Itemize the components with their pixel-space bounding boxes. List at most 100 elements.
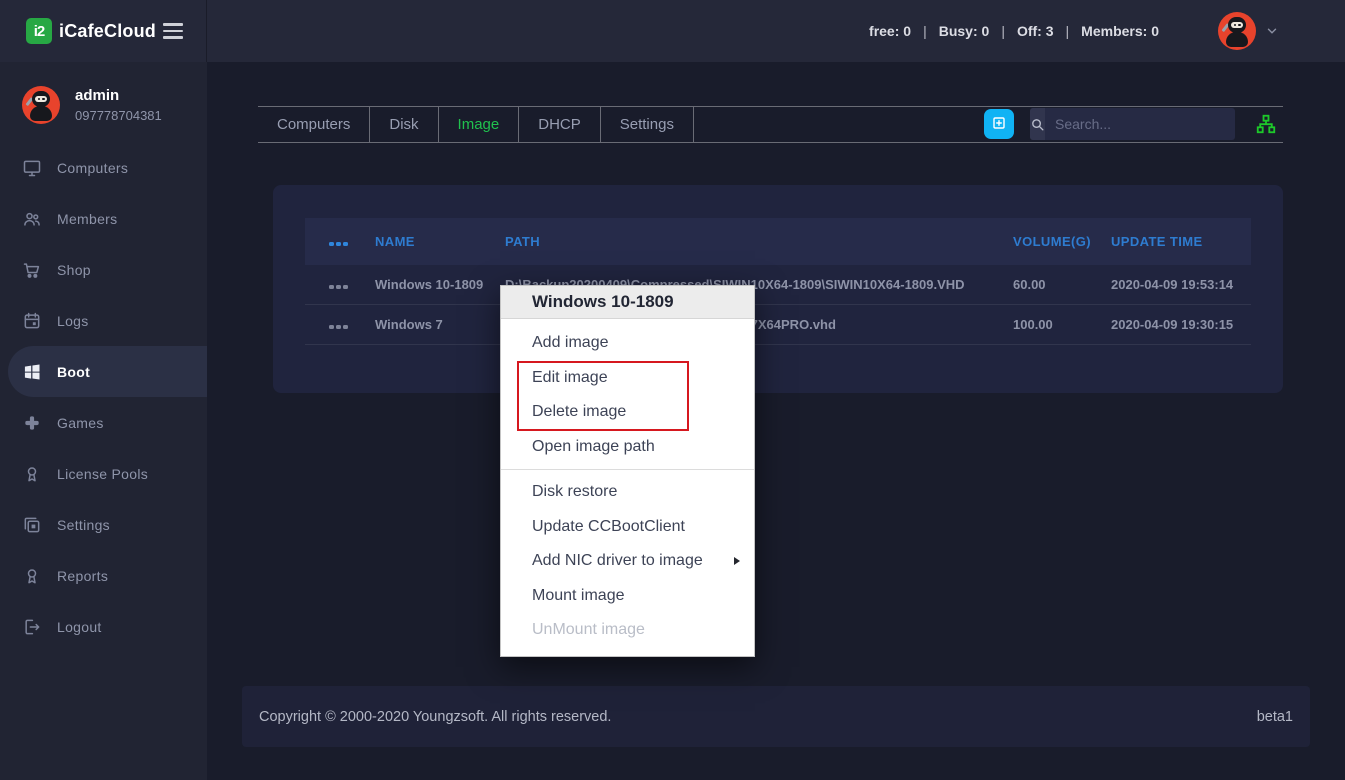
search-input[interactable] [1045,108,1235,140]
menu-item-label: Add NIC driver to image [532,552,703,570]
sidebar-item-logout[interactable]: Logout [0,601,207,652]
windows-icon [22,362,42,382]
actions-ellipsis-icon[interactable] [329,242,348,247]
cart-icon [22,260,42,280]
tab-image[interactable]: Image [439,107,520,142]
sidebar-item-boot[interactable]: Boot [8,346,207,397]
context-menu: Windows 10-1809 Add image Edit image Del… [500,285,755,657]
sidebar-item-label: Computers [57,160,128,176]
monitor-icon [22,158,42,178]
add-image-button[interactable] [984,109,1014,139]
sidebar-item-label: Boot [57,364,90,380]
sidebar-item-label: Logout [57,619,102,635]
sidebar-nav: Computers Members Shop Logs Boot Games [0,142,207,652]
column-header-volume[interactable]: VOLUME(G) [1005,234,1103,249]
app-window: i2 iCafeCloud free: 0 | Busy: 0 | Off: 3… [0,0,1345,780]
menu-item-open-image-path[interactable]: Open image path [501,430,754,465]
status-separator: | [923,23,927,39]
topbar: i2 iCafeCloud free: 0 | Busy: 0 | Off: 3… [0,0,1345,62]
images-table: NAME PATH VOLUME(G) UPDATE TIME Windows … [305,218,1251,345]
sidebar-item-label: License Pools [57,466,148,482]
table-row[interactable]: Windows 10-1809 D:\Backup20200409\Compre… [305,265,1251,305]
sidebar-item-label: Games [57,415,104,431]
status-off: Off: 3 [1017,23,1054,39]
image-volume: 100.00 [1005,317,1103,332]
tab-settings[interactable]: Settings [601,107,694,142]
icafecloud-logo[interactable]: i2 iCafeCloud [26,18,156,44]
calendar-icon [22,311,42,331]
context-menu-list: Add image Edit image Delete image Open i… [501,319,754,656]
image-update-time: 2020-04-09 19:30:15 [1103,317,1251,332]
sidebar-item-label: Members [57,211,117,227]
images-card: NAME PATH VOLUME(G) UPDATE TIME Windows … [273,185,1283,393]
status-separator: | [1066,23,1070,39]
menu-item-add-image[interactable]: Add image [501,326,754,361]
row-actions-icon[interactable] [329,325,348,330]
status-busy: Busy: 0 [939,23,990,39]
tab-computers[interactable]: Computers [258,107,370,142]
column-header-name[interactable]: NAME [367,234,497,249]
logout-icon [22,617,42,637]
badge-icon [22,464,42,484]
topbar-brand-section: i2 iCafeCloud [0,0,207,62]
icafecloud-logo-icon: i2 [26,18,52,44]
menu-item-add-nic-driver[interactable]: Add NIC driver to image [501,544,754,579]
status-bar: free: 0 | Busy: 0 | Off: 3 | Members: 0 [869,0,1159,62]
menu-item-delete-image[interactable]: Delete image [501,395,754,430]
copyright-text: Copyright © 2000-2020 Youngzsoft. All ri… [259,709,611,725]
row-actions-icon[interactable] [329,285,348,290]
footer: Copyright © 2000-2020 Youngzsoft. All ri… [242,686,1310,747]
chevron-down-icon[interactable] [1265,24,1279,43]
sidebar-item-reports[interactable]: Reports [0,550,207,601]
sidebar-item-label: Reports [57,568,108,584]
sidebar-user-avatar[interactable] [22,86,60,124]
sitemap-icon[interactable] [1255,113,1277,138]
badge-icon [22,566,42,586]
menu-item-mount-image[interactable]: Mount image [501,579,754,614]
sidebar-item-computers[interactable]: Computers [0,142,207,193]
sidebar-item-members[interactable]: Members [0,193,207,244]
image-update-time: 2020-04-09 19:53:14 [1103,277,1251,292]
main-content: Computers Disk Image DHCP Settings NAME … [207,62,1345,780]
version-badge: beta1 [1257,709,1293,725]
menu-item-unmount-image: UnMount image [501,613,754,648]
menu-divider [501,469,754,470]
sidebar-user-block: admin 097778704381 [0,62,207,124]
plus-square-icon [989,113,1009,136]
user-avatar[interactable] [1218,12,1256,50]
status-members: Members: 0 [1081,23,1159,39]
users-icon [22,209,42,229]
sidebar-item-logs[interactable]: Logs [0,295,207,346]
column-header-path[interactable]: PATH [497,234,1005,249]
table-row[interactable]: Windows 7 D:\Backup20200409\Compressed\S… [305,305,1251,345]
tab-dhcp[interactable]: DHCP [519,107,601,142]
menu-item-update-ccbootclient[interactable]: Update CCBootClient [501,510,754,545]
sidebar-item-shop[interactable]: Shop [0,244,207,295]
sidebar-item-label: Settings [57,517,110,533]
gamepad-icon [22,413,42,433]
submenu-arrow-icon [734,557,740,565]
topbar-right-section: free: 0 | Busy: 0 | Off: 3 | Members: 0 [207,0,1345,62]
image-name: Windows 10-1809 [367,277,497,292]
sidebar-user-name: admin [75,87,162,104]
sidebar-item-settings[interactable]: Settings [0,499,207,550]
image-volume: 60.00 [1005,277,1103,292]
column-header-update-time[interactable]: UPDATE TIME [1103,234,1251,249]
search-icon [1030,108,1045,140]
table-header-row: NAME PATH VOLUME(G) UPDATE TIME [305,218,1251,265]
sidebar-item-label: Shop [57,262,91,278]
sidebar-item-label: Logs [57,313,89,329]
icafecloud-logo-text: iCafeCloud [59,21,156,42]
sidebar-item-games[interactable]: Games [0,397,207,448]
hamburger-menu-button[interactable] [159,19,187,43]
tab-disk[interactable]: Disk [370,107,438,142]
sidebar-item-license-pools[interactable]: License Pools [0,448,207,499]
context-menu-title: Windows 10-1809 [501,286,754,319]
image-name: Windows 7 [367,317,497,332]
menu-item-disk-restore[interactable]: Disk restore [501,475,754,510]
sidebar: admin 097778704381 Computers Members Sho… [0,62,207,780]
sidebar-user-phone: 097778704381 [75,108,162,123]
status-separator: | [1001,23,1005,39]
status-free: free: 0 [869,23,911,39]
menu-item-edit-image[interactable]: Edit image [501,361,754,396]
